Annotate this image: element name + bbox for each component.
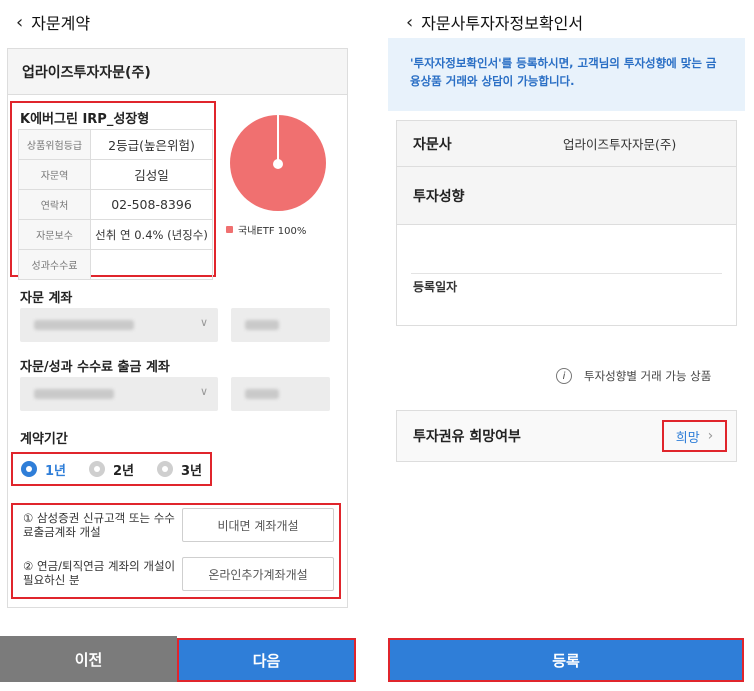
advisor-label: 자문역 (18, 159, 91, 190)
radio-unchecked-icon (89, 461, 105, 477)
radio-unchecked-icon (157, 461, 173, 477)
product-info-table: 상품위험등급 2등급(높은위험) 자문역 김성일 연락처 02-508-8396… (18, 129, 213, 280)
advisor-value: 김성일 (90, 159, 213, 190)
table-row: 상품위험등급 2등급(높은위험) (18, 129, 213, 160)
pie-center-dot (273, 159, 283, 169)
chevron-right-icon: › (707, 428, 714, 444)
divider (411, 273, 722, 274)
notice-banner: '투자자정보확인서'를 등록하시면, 고객님의 투자성향에 맞는 금융상품 거래… (388, 38, 745, 111)
table-row: 자문역 김성일 (18, 159, 213, 190)
page-title: 자문계약 (31, 14, 91, 33)
product-name: K에버그린 IRP_성장형 (20, 112, 150, 127)
period-label: 계약기간 (20, 432, 68, 447)
chevron-down-icon: ∨ (199, 385, 208, 398)
tradable-products-text: 투자성향별 거래 가능 상품 (584, 369, 712, 383)
non-face-account-open-button[interactable]: 비대면 계좌개설 (182, 508, 334, 542)
table-row: 자문보수 선취 연 0.4% (년징수) (18, 219, 213, 250)
contact-value: 02-508-8396 (90, 189, 213, 220)
left-header: ‹ 자문계약 (16, 10, 90, 34)
right-header: ‹ 자문사투자자정보확인서 (406, 10, 583, 34)
info-text-2: ② 연금/퇴직연금 계좌의 개설이 필요하신 분 (23, 559, 176, 587)
firm-header: 업라이즈투자자문(주) (8, 49, 347, 95)
next-button[interactable]: 다음 (177, 638, 356, 682)
fee-account-extra[interactable] (231, 377, 330, 411)
period-option-3[interactable]: 3년 (157, 460, 202, 479)
info-icon: i (556, 368, 572, 384)
performance-fee-value (90, 249, 213, 280)
advisor-row: 자문사 업라이즈투자자문(주) (397, 121, 736, 167)
advisor-label: 자문사 (413, 136, 452, 153)
legend-swatch (226, 226, 233, 233)
register-button[interactable]: 등록 (388, 638, 744, 682)
chevron-down-icon: ∨ (199, 316, 208, 329)
contact-label: 연락처 (18, 189, 91, 220)
online-add-account-button[interactable]: 온라인추가계좌개설 (182, 557, 334, 591)
prev-button[interactable]: 이전 (0, 636, 177, 682)
fee-account-select[interactable]: ∨ (20, 377, 218, 411)
back-chevron-icon[interactable]: ‹ (406, 12, 413, 33)
period-option-1[interactable]: 1년 (21, 460, 89, 479)
table-row: 연락처 02-508-8396 (18, 189, 213, 220)
table-row: 성과수수료 (18, 249, 213, 280)
tradable-products-link[interactable]: i 투자성향별 거래 가능 상품 (556, 368, 711, 384)
risk-grade-label: 상품위험등급 (18, 129, 91, 160)
product-box: K에버그린 IRP_성장형 상품위험등급 2등급(높은위험) 자문역 김성일 연… (10, 101, 216, 280)
advisor-value: 업라이즈투자자문(주) (563, 137, 677, 152)
fee-value: 선취 연 0.4% (년징수) (90, 219, 213, 250)
reg-date-label: 등록일자 (413, 280, 458, 294)
fee-account-label: 자문/성과 수수료 출금 계좌 (20, 360, 170, 375)
performance-fee-label: 성과수수료 (18, 249, 91, 280)
advisory-account-label: 자문 계좌 (20, 291, 73, 306)
pie-divider (277, 115, 279, 163)
allocation-pie-chart (230, 115, 326, 211)
period-option-2[interactable]: 2년 (89, 460, 157, 479)
advisory-account-select[interactable]: ∨ (20, 308, 218, 342)
pie-legend: 국내ETF 100% (226, 222, 306, 237)
investor-info-card: 자문사 업라이즈투자자문(주) 투자성향 등록일자 (396, 120, 737, 326)
propensity-label: 투자성향 (413, 188, 465, 205)
solicit-select[interactable]: 희망 › (662, 420, 727, 452)
page-title: 자문사투자자정보확인서 (421, 14, 584, 33)
solicit-value: 희망 (675, 430, 700, 446)
radio-checked-icon (21, 461, 37, 477)
back-chevron-icon[interactable]: ‹ (16, 12, 23, 33)
notice-text: '투자자정보확인서'를 등록하시면, 고객님의 투자성향에 맞는 금융상품 거래… (410, 56, 717, 88)
solicit-label: 투자권유 희망여부 (413, 429, 521, 445)
risk-grade-value: 2등급(높은위험) (90, 129, 213, 160)
period-radio-group: 1년 2년 3년 (11, 452, 212, 486)
firm-name: 업라이즈투자자문(주) (22, 64, 151, 81)
pie-legend-label: 국내ETF 100% (238, 226, 307, 237)
fee-label: 자문보수 (18, 219, 91, 250)
propensity-row: 투자성향 (397, 167, 736, 225)
advisory-account-extra[interactable] (231, 308, 330, 342)
info-text-1: ① 삼성증권 신규고객 또는 수수료출금계좌 개설 (23, 511, 175, 539)
account-open-box: ① 삼성증권 신규고객 또는 수수료출금계좌 개설 비대면 계좌개설 ② 연금/… (11, 503, 341, 599)
